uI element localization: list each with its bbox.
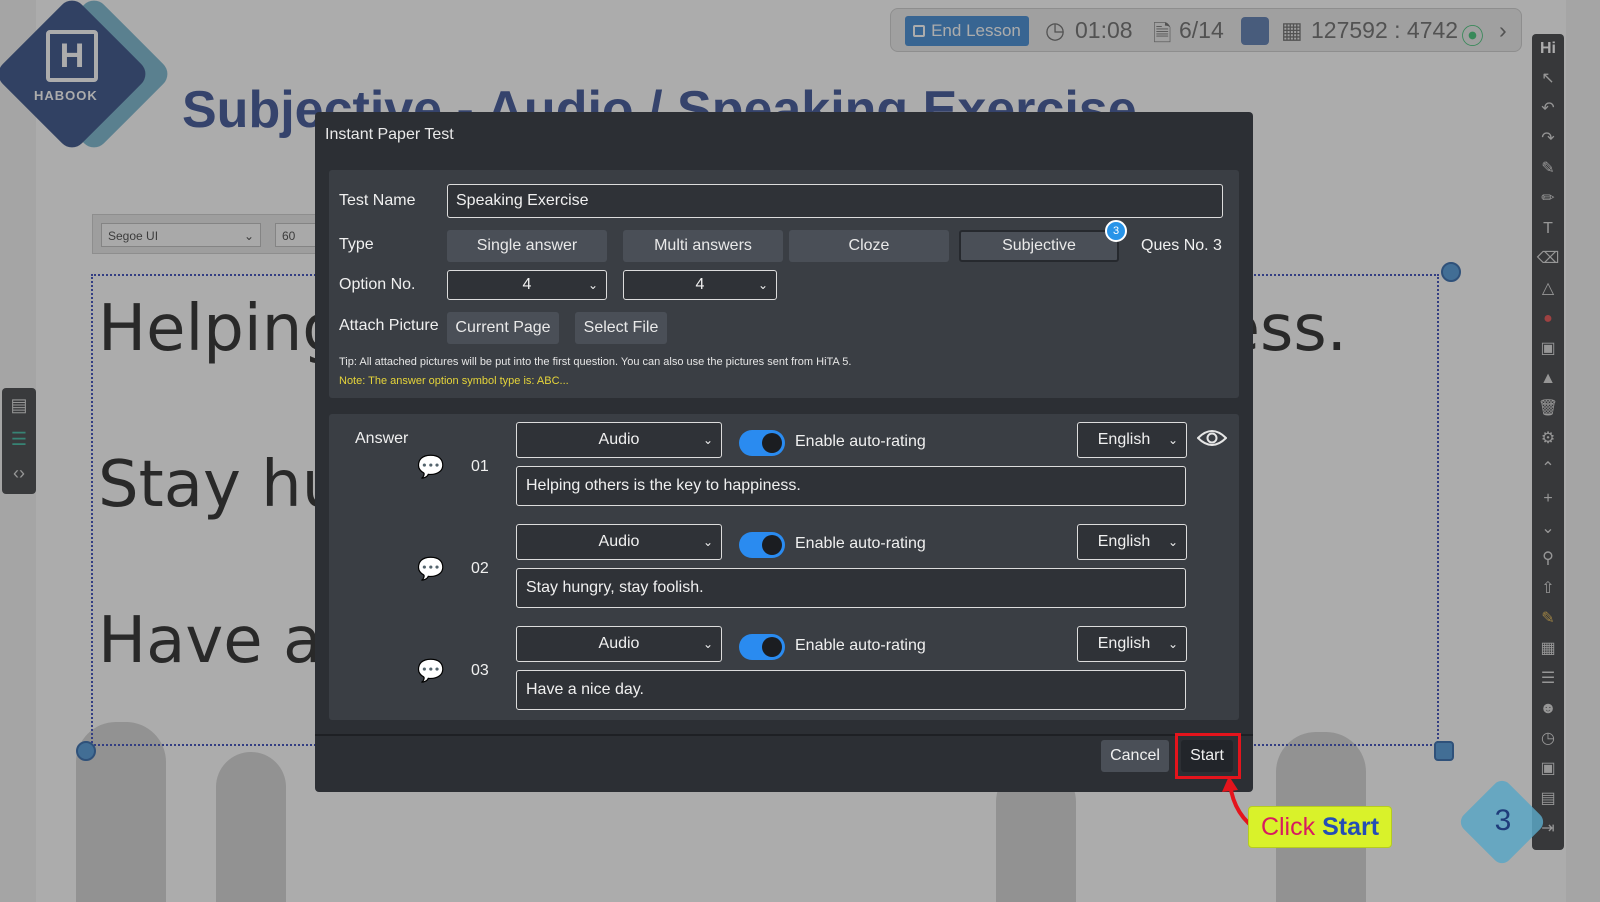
callout-prefix: Click: [1260, 813, 1323, 841]
attach-picture-label: Attach Picture: [339, 317, 439, 334]
note-text: Note: The answer option symbol type is: …: [339, 375, 569, 387]
auto-rating-toggle[interactable]: [739, 532, 785, 558]
option-no-label: Option No.: [339, 276, 416, 293]
click-start-callout: Click Start: [1248, 806, 1392, 848]
answer-row: 💬 01 Audio ⌄ Enable auto-rating English …: [329, 420, 1239, 516]
answer-mode-value: Audio: [598, 635, 640, 652]
auto-rating-toggle[interactable]: [739, 430, 785, 456]
test-name-label: Test Name: [339, 192, 416, 209]
test-settings-panel: Test Name Type Single answer Multi answe…: [329, 170, 1239, 398]
type-subjective-button[interactable]: Subjective: [959, 230, 1119, 262]
auto-rating-label: Enable auto-rating: [795, 433, 926, 450]
page-number: 3: [1494, 804, 1512, 837]
option-no-select-1[interactable]: 4 ⌄: [447, 270, 607, 300]
answer-number: 02: [471, 560, 489, 577]
language-value: English: [1097, 431, 1151, 448]
chevron-down-icon: ⌄: [757, 278, 768, 292]
test-name-input[interactable]: [447, 184, 1223, 218]
subjective-count-badge: 3: [1105, 220, 1127, 242]
chevron-down-icon: ⌄: [702, 637, 713, 651]
answer-text-input[interactable]: [516, 466, 1186, 506]
question-number: Ques No. 3: [1141, 237, 1222, 254]
language-value: English: [1097, 533, 1151, 550]
speech-bubble-icon: 💬: [417, 658, 445, 683]
answer-text-input[interactable]: [516, 568, 1186, 608]
answer-number: 01: [471, 458, 489, 475]
attach-select-file-button[interactable]: Select File: [575, 312, 667, 344]
language-select[interactable]: English ⌄: [1077, 626, 1187, 662]
option-no-select-2[interactable]: 4 ⌄: [623, 270, 777, 300]
answer-mode-select[interactable]: Audio ⌄: [516, 422, 722, 458]
footer-divider: [315, 734, 1253, 736]
answer-panel: Answer 💬 01 Audio ⌄ Enable auto-rating E…: [329, 414, 1239, 720]
option-no-value: 4: [522, 276, 532, 293]
chevron-down-icon: ⌄: [702, 433, 713, 447]
speech-bubble-icon: 💬: [417, 454, 445, 479]
language-select[interactable]: English ⌄: [1077, 422, 1187, 458]
type-cloze-button[interactable]: Cloze: [789, 230, 949, 262]
chevron-down-icon: ⌄: [1167, 637, 1178, 651]
chevron-down-icon: ⌄: [1167, 433, 1178, 447]
type-single-answer-button[interactable]: Single answer: [447, 230, 607, 262]
language-value: English: [1097, 635, 1151, 652]
answer-mode-select[interactable]: Audio ⌄: [516, 524, 722, 560]
auto-rating-label: Enable auto-rating: [795, 535, 926, 552]
answer-mode-select[interactable]: Audio ⌄: [516, 626, 722, 662]
language-select[interactable]: English ⌄: [1077, 524, 1187, 560]
instant-paper-test-dialog: Instant Paper Test Test Name Type Single…: [315, 112, 1253, 792]
dialog-title: Instant Paper Test: [325, 126, 454, 143]
answer-row: 💬 02 Audio ⌄ Enable auto-rating English …: [329, 522, 1239, 618]
option-no-value: 4: [695, 276, 705, 293]
answer-text-input[interactable]: [516, 670, 1186, 710]
answer-mode-value: Audio: [598, 431, 640, 448]
answer-mode-value: Audio: [598, 533, 640, 550]
chevron-down-icon: ⌄: [587, 278, 598, 292]
chevron-down-icon: ⌄: [702, 535, 713, 549]
tip-text: Tip: All attached pictures will be put i…: [339, 356, 852, 368]
answer-number: 03: [471, 662, 489, 679]
speech-bubble-icon: 💬: [417, 556, 445, 581]
answer-row: 💬 03 Audio ⌄ Enable auto-rating English …: [329, 624, 1239, 720]
callout-emphasis: Start: [1322, 813, 1380, 841]
auto-rating-toggle[interactable]: [739, 634, 785, 660]
cancel-button[interactable]: Cancel: [1101, 740, 1169, 772]
auto-rating-label: Enable auto-rating: [795, 637, 926, 654]
type-multi-answers-button[interactable]: Multi answers: [623, 230, 783, 262]
chevron-down-icon: ⌄: [1167, 535, 1178, 549]
type-label: Type: [339, 236, 374, 253]
attach-current-page-button[interactable]: Current Page: [447, 312, 559, 344]
